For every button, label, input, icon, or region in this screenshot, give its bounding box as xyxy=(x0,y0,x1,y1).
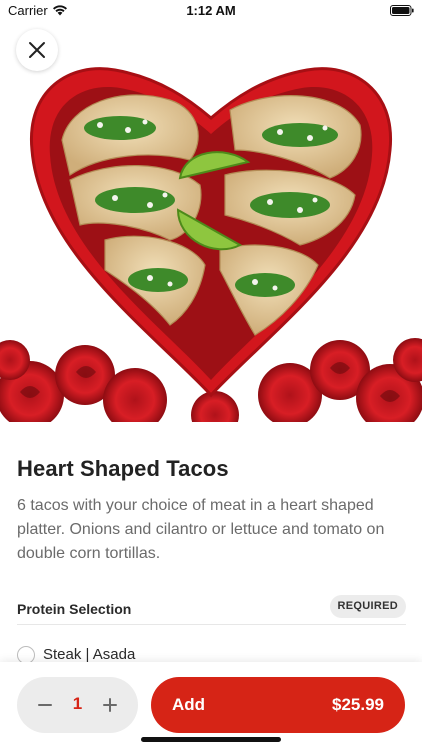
decrease-quantity-button[interactable] xyxy=(31,691,59,719)
close-button[interactable] xyxy=(16,29,58,71)
item-title: Heart Shaped Tacos xyxy=(17,456,229,481)
plus-icon xyxy=(103,698,117,712)
section-title: Protein Selection xyxy=(17,601,132,617)
option-label: Steak | Asada xyxy=(43,646,136,663)
add-to-cart-button[interactable]: Add $25.99 xyxy=(151,677,405,733)
order-bar: 1 Add $25.99 xyxy=(0,662,422,750)
quantity-value: 1 xyxy=(72,694,83,713)
battery-icon xyxy=(390,5,414,16)
minus-icon xyxy=(38,704,52,706)
protein-section-header: Protein Selection REQUIRED xyxy=(17,595,406,625)
item-photo xyxy=(0,0,422,422)
add-label: Add xyxy=(172,695,206,714)
status-bar: Carrier 1:12 AM xyxy=(0,0,422,22)
increase-quantity-button[interactable] xyxy=(96,691,124,719)
add-price: $25.99 xyxy=(332,695,384,714)
required-badge: REQUIRED xyxy=(329,595,406,618)
close-icon xyxy=(29,42,45,58)
quantity-stepper: 1 xyxy=(17,677,138,733)
heart-tacos-photo-icon xyxy=(0,0,422,422)
home-indicator xyxy=(141,737,281,742)
item-description: 6 tacos with your choice of meat in a he… xyxy=(17,497,385,562)
status-time: 1:12 AM xyxy=(186,3,236,18)
